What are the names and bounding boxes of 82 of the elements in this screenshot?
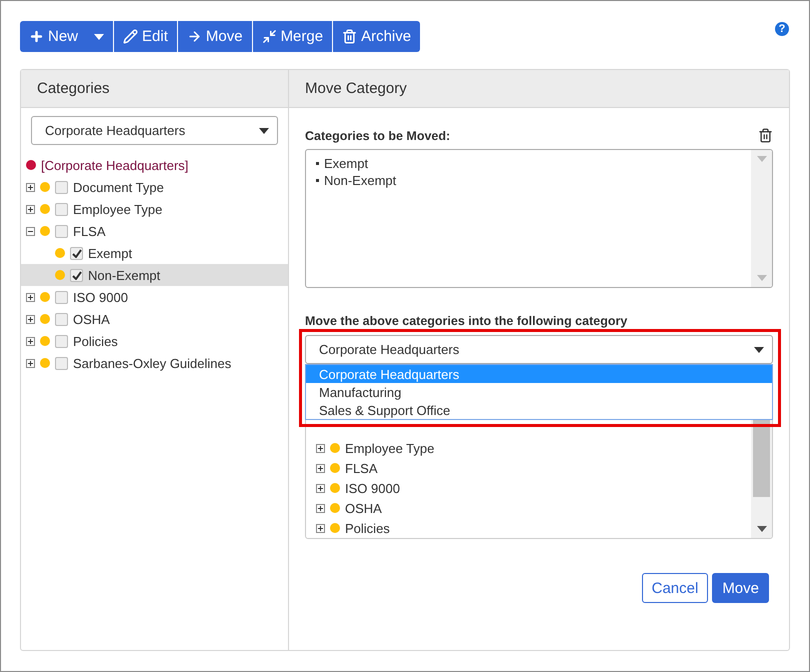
toolbar-button[interactable]: Merge xyxy=(252,21,332,52)
collapse-icon[interactable] xyxy=(26,226,35,236)
caret-icon xyxy=(756,156,766,162)
tree-item[interactable]: ISO 9000 xyxy=(312,478,751,498)
checkbox[interactable] xyxy=(55,180,68,194)
tree-item[interactable]: FLSA xyxy=(312,458,751,478)
tree-label: [Corporate Headquarters] xyxy=(41,158,188,172)
tree-label: Non-Exempt xyxy=(88,268,160,282)
checkbox[interactable] xyxy=(70,246,83,260)
toolbar-button[interactable]: Edit xyxy=(113,21,177,52)
arrows-inward-icon xyxy=(262,29,277,44)
toolbar-button[interactable]: Move xyxy=(176,21,252,52)
scrollbar[interactable] xyxy=(751,150,772,287)
bullet-icon xyxy=(316,162,319,165)
category-select[interactable]: Corporate Headquarters xyxy=(31,116,278,145)
panel-header: Move Category xyxy=(289,70,789,108)
cancel-button[interactable]: Cancel xyxy=(642,573,708,603)
expand-icon[interactable] xyxy=(26,358,35,368)
caret-icon xyxy=(259,128,269,134)
toolbar-button[interactable]: Archive xyxy=(332,21,420,52)
trash-icon xyxy=(342,29,358,44)
expand-icon[interactable] xyxy=(316,464,325,472)
tree-label: Employee Type xyxy=(73,202,162,216)
expand-icon[interactable] xyxy=(26,182,35,192)
tree-label: ISO 9000 xyxy=(73,290,128,304)
expand-icon[interactable] xyxy=(316,484,325,492)
list-item: Non-Exempt xyxy=(324,173,396,188)
caret-icon xyxy=(754,346,764,352)
checkbox[interactable] xyxy=(55,356,68,370)
help-icon[interactable]: ? xyxy=(775,22,789,36)
expand-icon[interactable] xyxy=(26,204,35,214)
field-label: Move the above categories into the following category xyxy=(305,314,628,328)
caret-icon xyxy=(756,526,766,532)
tree-label: Policies xyxy=(73,334,118,348)
tree-item[interactable]: Policies xyxy=(21,330,288,352)
tree-label: FLSA xyxy=(73,224,106,238)
tree-item[interactable]: Exempt xyxy=(21,242,288,264)
tree-item[interactable]: Employee Type xyxy=(21,198,288,220)
checkbox[interactable] xyxy=(55,290,68,304)
toolbar-button[interactable]: New xyxy=(20,21,114,52)
tree-label: Exempt xyxy=(88,246,132,260)
plus-icon xyxy=(29,29,44,44)
tree-label: Employee Type xyxy=(345,440,434,456)
checkbox[interactable] xyxy=(55,334,68,348)
tree-label: OSHA xyxy=(73,312,110,326)
tree-item[interactable]: [Corporate Headquarters] xyxy=(21,154,288,176)
tree-item[interactable]: Document Type xyxy=(21,176,288,198)
list-item: Exempt xyxy=(324,156,368,171)
expand-icon[interactable] xyxy=(26,336,35,346)
tree-item[interactable]: Employee Type xyxy=(312,438,751,458)
tree-item[interactable]: Sarbanes-Oxley Guidelines xyxy=(21,352,288,374)
tree-label: ISO 9000 xyxy=(345,480,400,496)
expand-icon[interactable] xyxy=(26,314,35,324)
tree-label: Policies xyxy=(345,520,390,536)
arrow-right-icon xyxy=(186,29,202,44)
pencil-icon xyxy=(123,29,138,44)
field-label: Categories to be Moved: xyxy=(305,128,450,142)
tree-item[interactable]: OSHA xyxy=(312,498,751,518)
checkbox[interactable] xyxy=(55,312,68,326)
tree-item[interactable]: ISO 9000 xyxy=(21,286,288,308)
tree-item[interactable]: FLSA xyxy=(21,220,288,242)
bullet-icon xyxy=(316,179,319,182)
tree-label: FLSA xyxy=(345,460,378,476)
checkbox[interactable] xyxy=(55,202,68,216)
expand-icon[interactable] xyxy=(26,292,35,302)
caret-icon xyxy=(756,275,766,281)
checkbox[interactable] xyxy=(70,268,83,282)
move-button[interactable]: Move xyxy=(712,573,769,603)
tree-label: OSHA xyxy=(345,500,382,516)
expand-icon[interactable] xyxy=(316,504,325,512)
caret-icon xyxy=(94,34,104,40)
tree-item[interactable]: OSHA xyxy=(21,308,288,330)
tree-item[interactable]: Policies xyxy=(312,518,751,538)
tree-item[interactable]: Non-Exempt xyxy=(21,264,288,286)
expand-icon[interactable] xyxy=(316,524,325,532)
trash-icon[interactable] xyxy=(758,128,773,143)
target-select[interactable]: Corporate Headquarters xyxy=(305,335,773,364)
checkbox[interactable] xyxy=(55,224,68,238)
panel-header: Categories xyxy=(21,70,288,108)
tree-label: Document Type xyxy=(73,180,164,194)
expand-icon[interactable] xyxy=(316,444,325,452)
tree-label: Sarbanes-Oxley Guidelines xyxy=(73,356,232,370)
